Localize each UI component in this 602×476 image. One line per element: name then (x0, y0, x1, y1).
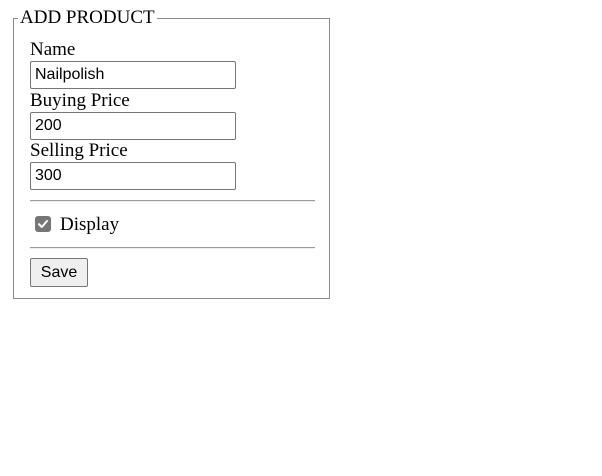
buying-price-input[interactable]: 200 (30, 112, 236, 140)
selling-price-input[interactable]: 300 (30, 162, 236, 190)
checkmark-icon (38, 220, 48, 228)
display-label: Display (60, 214, 120, 235)
selling-price-label: Selling Price (30, 140, 128, 161)
buying-price-label: Buying Price (30, 90, 130, 111)
display-checkbox[interactable] (35, 216, 51, 232)
divider-top (30, 200, 315, 202)
name-label: Name (30, 39, 76, 60)
name-input[interactable]: Nailpolish (30, 61, 236, 89)
divider-bottom (30, 247, 315, 249)
form-legend: ADD PRODUCT (18, 7, 157, 29)
save-button[interactable]: Save (30, 258, 88, 287)
